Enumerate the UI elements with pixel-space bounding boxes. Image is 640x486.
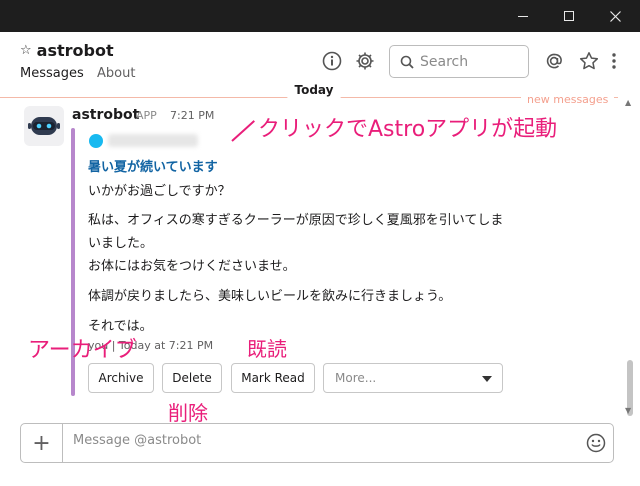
minimize-button[interactable]: [500, 0, 546, 32]
close-window-button[interactable]: [592, 0, 638, 32]
mark-read-button[interactable]: Mark Read: [231, 363, 315, 393]
redacted-sender-name: [108, 134, 198, 147]
search-input[interactable]: [420, 53, 520, 70]
close-icon: [609, 10, 621, 22]
date-divider: Today: [284, 80, 344, 100]
message-author[interactable]: astrobot: [72, 107, 139, 123]
attach-button[interactable]: +: [21, 424, 63, 462]
message-timestamp[interactable]: 7:21 PM: [170, 109, 214, 122]
sender-avatar-dot: [89, 134, 103, 148]
message-line: 体調が戻りましたら、美味しいビールを飲みに行きましょう。: [88, 289, 452, 304]
archive-button[interactable]: Archive: [88, 363, 154, 393]
settings-button[interactable]: [354, 50, 376, 72]
annotation-arrow: [231, 120, 255, 142]
avatar[interactable]: [24, 106, 64, 146]
minimize-icon: [518, 15, 528, 17]
new-messages-label: new messages: [521, 93, 615, 106]
delete-button[interactable]: Delete: [162, 363, 222, 393]
star-icon[interactable]: ☆: [20, 43, 32, 58]
vertical-dots-icon: [612, 53, 616, 69]
at-sign-icon: [546, 53, 562, 69]
info-button[interactable]: [321, 50, 343, 72]
window-titlebar: [0, 0, 640, 32]
more-menu-button[interactable]: [607, 50, 621, 72]
info-icon: [322, 51, 342, 71]
scrollbar[interactable]: ▲ ▼: [622, 98, 636, 416]
scroll-down-icon[interactable]: ▼: [625, 406, 631, 415]
starred-button[interactable]: [578, 50, 600, 72]
app-badge: APP: [136, 109, 157, 122]
maximize-button[interactable]: [546, 0, 592, 32]
message-line: いかがお過ごしですか？: [88, 184, 231, 199]
robot-icon: [28, 117, 60, 135]
gear-icon: [356, 52, 374, 70]
mentions-button[interactable]: [543, 50, 565, 72]
channel-title: ☆ astrobot: [20, 41, 114, 60]
emoji-icon[interactable]: [586, 433, 606, 453]
search-icon: [400, 55, 414, 69]
channel-name: astrobot: [36, 41, 114, 60]
maximize-icon: [564, 11, 574, 21]
caret-down-icon: [482, 376, 492, 382]
search-box[interactable]: [389, 45, 529, 78]
attachment-title-link[interactable]: 暑い夏が続いています: [88, 156, 218, 175]
annotation-delete: 削除: [168, 401, 208, 425]
annotation-click: クリックでAstroアプリが起動: [258, 117, 558, 142]
tab-about[interactable]: About: [97, 66, 135, 81]
message-input[interactable]: [73, 433, 513, 448]
scroll-up-icon[interactable]: ▲: [625, 98, 631, 107]
message-line: 私は、オフィスの寒すぎるクーラーが原因で珍しく夏風邪を引いてしま: [88, 213, 504, 228]
tab-messages[interactable]: Messages: [20, 66, 84, 81]
message-composer: +: [20, 423, 614, 463]
message-line: お体にはお気をつけくださいませ。: [88, 259, 296, 274]
annotation-archive: アーカイブ: [28, 338, 137, 363]
message-line: いました。: [88, 236, 154, 251]
more-actions-select[interactable]: More...: [323, 363, 503, 393]
annotation-read: 既読: [247, 337, 287, 361]
star-outline-icon: [579, 52, 599, 70]
more-select-value: More...: [335, 371, 377, 385]
